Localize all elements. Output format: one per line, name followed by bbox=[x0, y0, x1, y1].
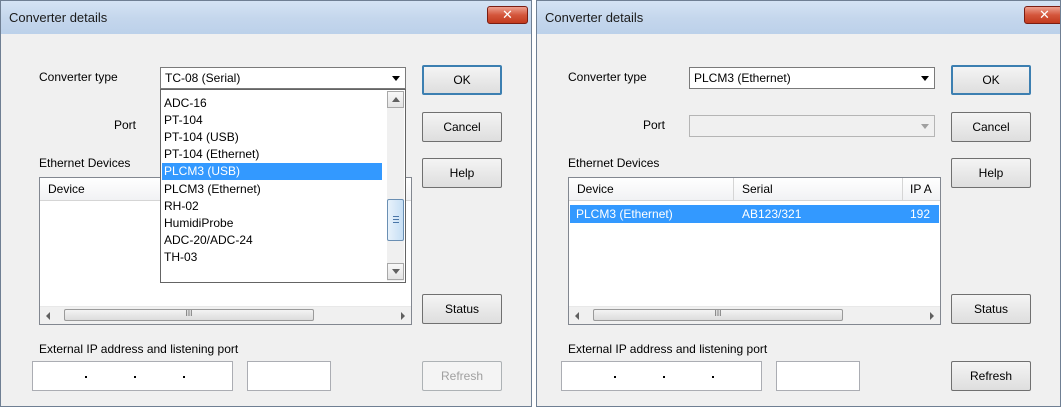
dropdown-scrollbar[interactable] bbox=[387, 91, 404, 281]
list-item[interactable]: PLCM3 (Ethernet) bbox=[162, 181, 388, 198]
converter-type-dropdown-list[interactable]: ADC-16 PT-104 PT-104 (USB) PT-104 (Ether… bbox=[160, 89, 406, 283]
converter-type-select[interactable]: PLCM3 (Ethernet) bbox=[689, 67, 935, 89]
ip-separator bbox=[712, 376, 714, 378]
port-label: Port bbox=[114, 118, 137, 132]
chevron-down-icon bbox=[917, 117, 933, 135]
converter-details-dialog-left: Converter details ✕ Converter type TC-08… bbox=[0, 0, 532, 407]
ip-address-field[interactable] bbox=[561, 361, 762, 391]
scroll-thumb[interactable]: III bbox=[64, 309, 314, 321]
external-ip-label: External IP address and listening port bbox=[39, 342, 239, 356]
ip-separator bbox=[183, 376, 185, 378]
horizontal-scrollbar[interactable]: III bbox=[40, 306, 411, 324]
ip-separator bbox=[134, 376, 136, 378]
cancel-button[interactable]: Cancel bbox=[422, 112, 502, 142]
listening-port-field[interactable] bbox=[247, 361, 331, 391]
list-header: Device Serial IP A bbox=[569, 178, 940, 201]
converter-details-dialog-right: Converter details ✕ Converter type PLCM3… bbox=[536, 0, 1061, 407]
list-item[interactable]: HumidiProbe bbox=[162, 215, 388, 232]
scroll-thumb[interactable] bbox=[387, 199, 404, 241]
chevron-down-icon[interactable] bbox=[917, 69, 933, 87]
column-device[interactable]: Device bbox=[48, 182, 85, 196]
scroll-thumb[interactable]: III bbox=[593, 309, 843, 321]
list-item[interactable]: ADC-20/ADC-24 bbox=[162, 232, 388, 249]
grip-line bbox=[393, 222, 399, 223]
title-bar: Converter details ✕ bbox=[537, 1, 1060, 34]
status-button[interactable]: Status bbox=[951, 294, 1031, 324]
ok-button[interactable]: OK bbox=[951, 65, 1031, 95]
ethernet-devices-label: Ethernet Devices bbox=[39, 156, 131, 170]
title-bar: Converter details ✕ bbox=[1, 1, 531, 34]
ethernet-devices-list[interactable]: Device Serial IP A PLCM3 (Ethernet) AB12… bbox=[568, 177, 941, 325]
listening-port-field[interactable] bbox=[776, 361, 860, 391]
window-title: Converter details bbox=[545, 10, 644, 25]
cancel-button[interactable]: Cancel bbox=[951, 112, 1031, 142]
port-label: Port bbox=[643, 118, 666, 132]
ip-separator bbox=[663, 376, 665, 378]
scroll-left-icon[interactable] bbox=[46, 312, 50, 320]
grip-line bbox=[393, 216, 399, 217]
close-button[interactable]: ✕ bbox=[1024, 6, 1060, 24]
grip-line bbox=[393, 219, 399, 220]
column-device[interactable]: Device bbox=[577, 182, 614, 196]
close-icon: ✕ bbox=[502, 7, 513, 22]
ip-separator bbox=[614, 376, 616, 378]
external-ip-label: External IP address and listening port bbox=[568, 342, 768, 356]
list-item[interactable]: PT-104 (Ethernet) bbox=[162, 146, 388, 163]
help-button[interactable]: Help bbox=[951, 158, 1031, 188]
device-cell: PLCM3 (Ethernet) bbox=[576, 207, 673, 221]
table-row[interactable]: PLCM3 (Ethernet) AB123/321 192 bbox=[570, 205, 939, 223]
port-select[interactable] bbox=[689, 115, 935, 137]
serial-cell: AB123/321 bbox=[742, 207, 802, 221]
converter-type-value: PLCM3 (Ethernet) bbox=[694, 71, 791, 85]
scroll-up-button[interactable] bbox=[387, 91, 404, 108]
ok-button[interactable]: OK bbox=[422, 65, 502, 95]
status-button[interactable]: Status bbox=[422, 294, 502, 324]
column-divider[interactable] bbox=[733, 178, 734, 200]
scroll-down-button[interactable] bbox=[387, 263, 404, 280]
column-ip[interactable]: IP A bbox=[910, 182, 932, 196]
scroll-left-icon[interactable] bbox=[575, 312, 579, 320]
ethernet-devices-label: Ethernet Devices bbox=[568, 156, 660, 170]
column-serial[interactable]: Serial bbox=[742, 182, 773, 196]
column-divider[interactable] bbox=[902, 178, 903, 200]
converter-type-label: Converter type bbox=[568, 70, 647, 84]
scroll-right-icon[interactable] bbox=[930, 312, 934, 320]
converter-type-value: TC-08 (Serial) bbox=[165, 71, 241, 85]
refresh-button[interactable]: Refresh bbox=[422, 361, 502, 391]
help-button[interactable]: Help bbox=[422, 158, 502, 188]
horizontal-scrollbar[interactable]: III bbox=[569, 306, 940, 324]
ip-address-field[interactable] bbox=[32, 361, 233, 391]
converter-type-label: Converter type bbox=[39, 70, 118, 84]
chevron-down-icon[interactable] bbox=[388, 69, 404, 87]
converter-type-select[interactable]: TC-08 (Serial) bbox=[160, 67, 406, 89]
close-button[interactable]: ✕ bbox=[487, 6, 528, 24]
ip-cell: 192 bbox=[910, 207, 931, 221]
list-item[interactable]: ADC-16 bbox=[162, 95, 388, 112]
scroll-right-icon[interactable] bbox=[401, 312, 405, 320]
scroll-up-icon bbox=[392, 97, 400, 102]
list-item[interactable]: RH-02 bbox=[162, 198, 388, 215]
scroll-down-icon bbox=[392, 269, 400, 274]
refresh-button[interactable]: Refresh bbox=[951, 361, 1031, 391]
close-icon: ✕ bbox=[1039, 7, 1050, 22]
list-item[interactable]: TH-03 bbox=[162, 249, 388, 266]
list-item[interactable]: PT-104 bbox=[162, 112, 388, 129]
window-title: Converter details bbox=[9, 10, 108, 25]
list-item-highlighted[interactable]: PLCM3 (USB) bbox=[162, 163, 382, 180]
ip-separator bbox=[85, 376, 87, 378]
list-item[interactable]: PT-104 (USB) bbox=[162, 129, 388, 146]
